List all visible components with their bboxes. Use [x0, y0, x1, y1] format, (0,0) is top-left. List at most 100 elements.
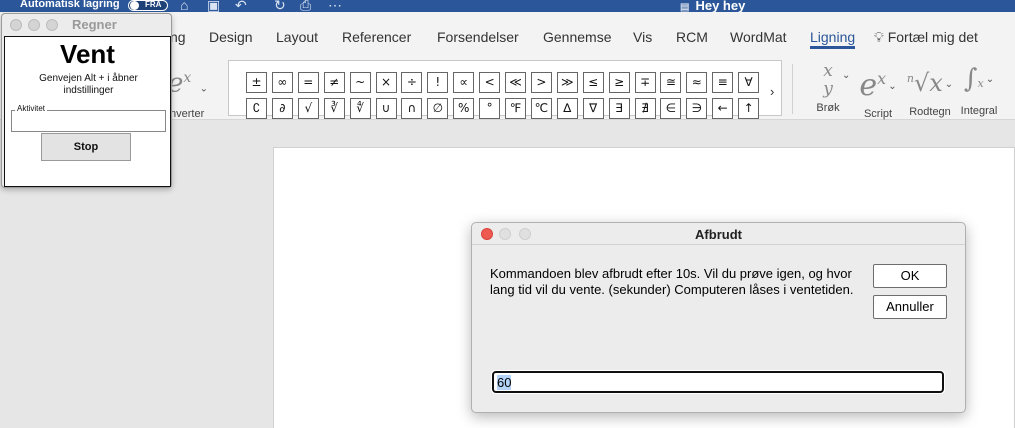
- symbol-button[interactable]: ∀: [738, 72, 760, 93]
- symbol-button[interactable]: ∅: [427, 98, 449, 119]
- symbol-button[interactable]: ↑: [738, 98, 760, 119]
- symbol-button[interactable]: ≤: [582, 72, 604, 93]
- convert-partial-icon[interactable]: ex ⌄: [168, 60, 208, 108]
- symbol-button[interactable]: °: [479, 98, 501, 119]
- fraction-chevron-icon[interactable]: ⌄: [842, 70, 850, 81]
- tab-review[interactable]: Gennemse: [543, 29, 611, 45]
- symbol-button[interactable]: !: [427, 72, 449, 93]
- tab-mailings[interactable]: Forsendelser: [437, 29, 519, 45]
- tab-wordmat[interactable]: WordMat: [730, 29, 787, 45]
- dialog-title-bar[interactable]: Afbrudt: [472, 223, 965, 245]
- document-title-text: Hey hey: [695, 0, 746, 12]
- symbol-button[interactable]: ←: [712, 98, 734, 119]
- symbol-button[interactable]: ∆: [556, 98, 578, 119]
- symbol-button[interactable]: ≅: [660, 72, 682, 93]
- integral-label: Integral: [960, 105, 998, 117]
- regner-title-bar[interactable]: Regner: [2, 14, 171, 35]
- symbol-button[interactable]: ∁: [246, 98, 267, 119]
- radical-chevron-icon[interactable]: ⌄: [945, 79, 953, 90]
- cancel-button[interactable]: Annuller: [873, 295, 947, 319]
- integral-chevron-icon[interactable]: ⌄: [986, 74, 994, 85]
- zoom-window-button[interactable]: [46, 19, 58, 31]
- toggle-knob: [130, 1, 139, 10]
- symbol-button[interactable]: ÷: [401, 72, 423, 93]
- title-bar: Automatisk lagring FRA ⌂ ▣ ↶ ↻ ⎙ ⋯ ▤ Hey …: [0, 0, 1015, 12]
- symbol-button[interactable]: ≫: [556, 72, 578, 93]
- tab-partial[interactable]: ng: [170, 29, 186, 45]
- activity-box: [11, 110, 166, 132]
- symbol-button[interactable]: ∂: [271, 98, 293, 119]
- dialog-message: Kommandoen blev afbrudt efter 10s. Vil d…: [490, 266, 854, 297]
- convert-partial-label: nverter: [170, 108, 205, 120]
- symbol-button[interactable]: ℉: [505, 98, 526, 119]
- symbol-button[interactable]: ∃: [608, 98, 630, 119]
- tab-equation[interactable]: Ligning: [810, 29, 856, 49]
- integral-button[interactable]: ∫x ⌄ Integral: [956, 60, 1002, 117]
- symbol-button[interactable]: ≠: [323, 72, 345, 93]
- symbol-button[interactable]: ≪: [505, 72, 526, 93]
- document-title: ▤ Hey hey: [680, 0, 745, 12]
- regner-title: Regner: [72, 17, 117, 32]
- save-icon[interactable]: ▣: [207, 0, 220, 12]
- tab-design[interactable]: Design: [209, 29, 253, 45]
- lightbulb-icon: 💡︎: [874, 29, 884, 45]
- symbol-button[interactable]: ±: [246, 72, 267, 93]
- activity-label: Aktivitet: [15, 104, 48, 113]
- document-icon: ▤: [680, 2, 690, 12]
- wait-seconds-input[interactable]: [491, 370, 945, 394]
- stop-button[interactable]: Stop: [41, 133, 131, 161]
- integral-icon: ∫x ⌄: [963, 64, 995, 94]
- script-chevron-icon[interactable]: ⌄: [888, 81, 896, 92]
- tab-layout[interactable]: Layout: [276, 29, 318, 45]
- symbol-button[interactable]: ∩: [401, 98, 423, 119]
- symbol-button[interactable]: <: [479, 72, 501, 93]
- symbol-button[interactable]: ∈: [660, 98, 682, 119]
- fraction-icon: xy: [823, 61, 833, 99]
- symbol-button[interactable]: ≥: [608, 72, 630, 93]
- autosave-toggle[interactable]: FRA: [128, 0, 168, 11]
- fraction-label: Brøk: [816, 102, 840, 114]
- symbol-button[interactable]: √: [297, 98, 319, 119]
- symbol-button[interactable]: ×: [375, 72, 397, 93]
- tell-me-label: Fortæl mig det: [887, 29, 978, 45]
- redo-icon[interactable]: ↻: [274, 0, 286, 12]
- symbol-button[interactable]: ∪: [375, 98, 397, 119]
- wait-heading: Vent: [60, 39, 115, 69]
- minimize-window-button[interactable]: [28, 19, 40, 31]
- symbol-button[interactable]: >: [530, 72, 552, 93]
- tab-view[interactable]: Vis: [633, 29, 652, 45]
- tell-me-search[interactable]: 💡︎ Fortæl mig det: [874, 29, 978, 46]
- print-icon[interactable]: ⎙: [300, 0, 311, 12]
- radical-label: Rodtegn: [909, 105, 951, 118]
- tab-rcm[interactable]: RCM: [676, 29, 708, 45]
- symbol-button[interactable]: ∄: [634, 98, 656, 119]
- symbol-button[interactable]: ~: [349, 72, 371, 93]
- shortcut-hint: Genvejen Alt + i åbner indstillinger: [39, 73, 138, 96]
- symbol-button[interactable]: ∝: [453, 72, 475, 93]
- symbol-button[interactable]: ∇: [582, 98, 604, 119]
- undo-icon[interactable]: ↶: [235, 0, 247, 12]
- radical-button[interactable]: n√x ⌄ Rodtegn: [905, 60, 955, 118]
- home-icon[interactable]: ⌂: [180, 0, 188, 12]
- more-icon[interactable]: ⋯: [328, 0, 342, 12]
- close-window-button[interactable]: [10, 19, 22, 31]
- symbol-button[interactable]: ≈: [686, 72, 708, 93]
- symbol-button[interactable]: ≡: [712, 72, 734, 93]
- symbol-button[interactable]: ℃: [530, 98, 552, 119]
- symbol-button[interactable]: %: [453, 98, 475, 119]
- symbol-button[interactable]: ∓: [634, 72, 656, 93]
- symbol-button[interactable]: ∜: [349, 98, 371, 119]
- symbols-more-chevron-icon[interactable]: ›: [770, 84, 774, 99]
- symbol-button[interactable]: ∋: [686, 98, 708, 119]
- symbol-button[interactable]: ∛: [323, 98, 345, 119]
- fraction-button[interactable]: xy Brøk: [812, 60, 844, 114]
- symbol-button[interactable]: ∞: [271, 72, 293, 93]
- script-button[interactable]: ex ⌄ Script: [856, 60, 900, 120]
- tab-references[interactable]: Referencer: [342, 29, 411, 45]
- ok-button[interactable]: OK: [873, 264, 947, 288]
- interrupted-dialog: Afbrudt Kommandoen blev afbrudt efter 10…: [471, 222, 966, 413]
- symbol-gallery: ± ∞ = ≠ ~ × ÷! ∝ < ≪ > ≫ ≤ ≥ ∓ ≅ ≈ ≡ ∀ ∁ ∂ √ ∛ ∜ ∪ ∩ ∅% ° ℉ ℃ ∆ ∇ ∃ ∄ ∈ ∋ ← ↑: [228, 60, 782, 119]
- regner-window: Regner Vent Genvejen Alt + i åbner indst…: [1, 13, 172, 188]
- radical-icon: n√x ⌄: [906, 69, 954, 97]
- symbol-button[interactable]: =: [297, 72, 319, 93]
